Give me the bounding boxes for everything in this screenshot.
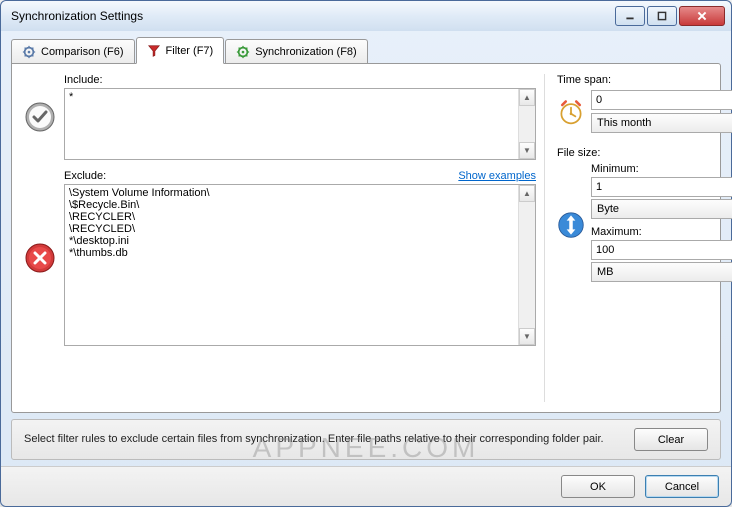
tabstrip: Comparison (F6) Filter (F7) Synchronizat… — [11, 37, 721, 63]
titlebar[interactable]: Synchronization Settings — [1, 1, 731, 31]
gear-icon — [236, 45, 250, 59]
checkmark-icon — [24, 101, 56, 133]
timespan-group: Time span: ▲▼ — [557, 74, 708, 133]
close-icon — [696, 10, 708, 22]
gear-icon — [22, 45, 36, 59]
scroll-up-icon[interactable]: ▲ — [519, 185, 535, 202]
cancel-button[interactable]: Cancel — [645, 475, 719, 498]
tab-synchronization[interactable]: Synchronization (F8) — [225, 39, 368, 63]
combo-value: MB — [592, 266, 732, 278]
filter-panel: Include: * ▲ ▼ — [11, 63, 721, 413]
window: Synchronization Settings Comparison (F6)… — [0, 0, 732, 507]
tab-label: Synchronization (F8) — [255, 46, 357, 58]
funnel-icon — [147, 44, 161, 58]
window-title: Synchronization Settings — [11, 9, 615, 23]
scrollbar[interactable]: ▲ ▼ — [518, 89, 535, 159]
max-unit-combo[interactable]: MB ▼ — [591, 262, 732, 282]
combo-value: Byte — [592, 203, 732, 215]
tab-label: Filter (F7) — [166, 45, 214, 57]
timespan-unit-combo[interactable]: This month ▼ — [591, 113, 732, 133]
tab-label: Comparison (F6) — [41, 46, 124, 58]
scroll-down-icon[interactable]: ▼ — [519, 328, 535, 345]
include-section: Include: * ▲ ▼ — [24, 74, 536, 160]
show-examples-link[interactable]: Show examples — [458, 170, 536, 182]
min-spinner[interactable]: ▲▼ — [591, 177, 732, 197]
updown-arrow-icon — [557, 211, 585, 239]
tab-comparison[interactable]: Comparison (F6) — [11, 39, 135, 63]
error-icon — [24, 242, 56, 274]
clock-icon — [557, 98, 585, 126]
clear-button[interactable]: Clear — [634, 428, 708, 451]
maximize-button[interactable] — [647, 6, 677, 26]
timespan-spinner[interactable]: ▲▼ — [591, 90, 732, 110]
right-column: Time span: ▲▼ — [544, 74, 708, 402]
exclude-label: Exclude: — [64, 170, 106, 182]
scrollbar[interactable]: ▲ ▼ — [518, 185, 535, 345]
filesize-group: File size: Minimum: ▲▼ — [557, 147, 708, 286]
min-value[interactable] — [592, 178, 732, 196]
maximize-icon — [656, 10, 668, 22]
exclude-textarea[interactable]: \System Volume Information\ \$Recycle.Bi… — [65, 185, 518, 345]
close-button[interactable] — [679, 6, 725, 26]
filesize-label: File size: — [557, 147, 708, 159]
exclude-section: Exclude: Show examples \System Volume In… — [24, 170, 536, 346]
hint-text: Select filter rules to exclude certain f… — [24, 432, 624, 446]
include-label: Include: — [64, 74, 536, 86]
min-unit-combo[interactable]: Byte ▼ — [591, 199, 732, 219]
timespan-value[interactable] — [592, 91, 732, 109]
minimize-icon — [624, 10, 636, 22]
ok-button[interactable]: OK — [561, 475, 635, 498]
tab-filter[interactable]: Filter (F7) — [136, 37, 225, 64]
scroll-down-icon[interactable]: ▼ — [519, 142, 535, 159]
combo-value: This month — [592, 117, 732, 129]
max-value[interactable] — [592, 241, 732, 259]
timespan-label: Time span: — [557, 74, 708, 86]
dialog-footer: OK Cancel — [1, 466, 731, 506]
max-label: Maximum: — [591, 226, 732, 238]
max-spinner[interactable]: ▲▼ — [591, 240, 732, 260]
include-textarea[interactable]: * — [65, 89, 518, 159]
min-label: Minimum: — [591, 163, 732, 175]
content: Comparison (F6) Filter (F7) Synchronizat… — [1, 31, 731, 466]
minimize-button[interactable] — [615, 6, 645, 26]
left-column: Include: * ▲ ▼ — [24, 74, 536, 402]
hint-footer: Select filter rules to exclude certain f… — [11, 419, 721, 460]
scroll-up-icon[interactable]: ▲ — [519, 89, 535, 106]
window-controls — [615, 6, 725, 26]
